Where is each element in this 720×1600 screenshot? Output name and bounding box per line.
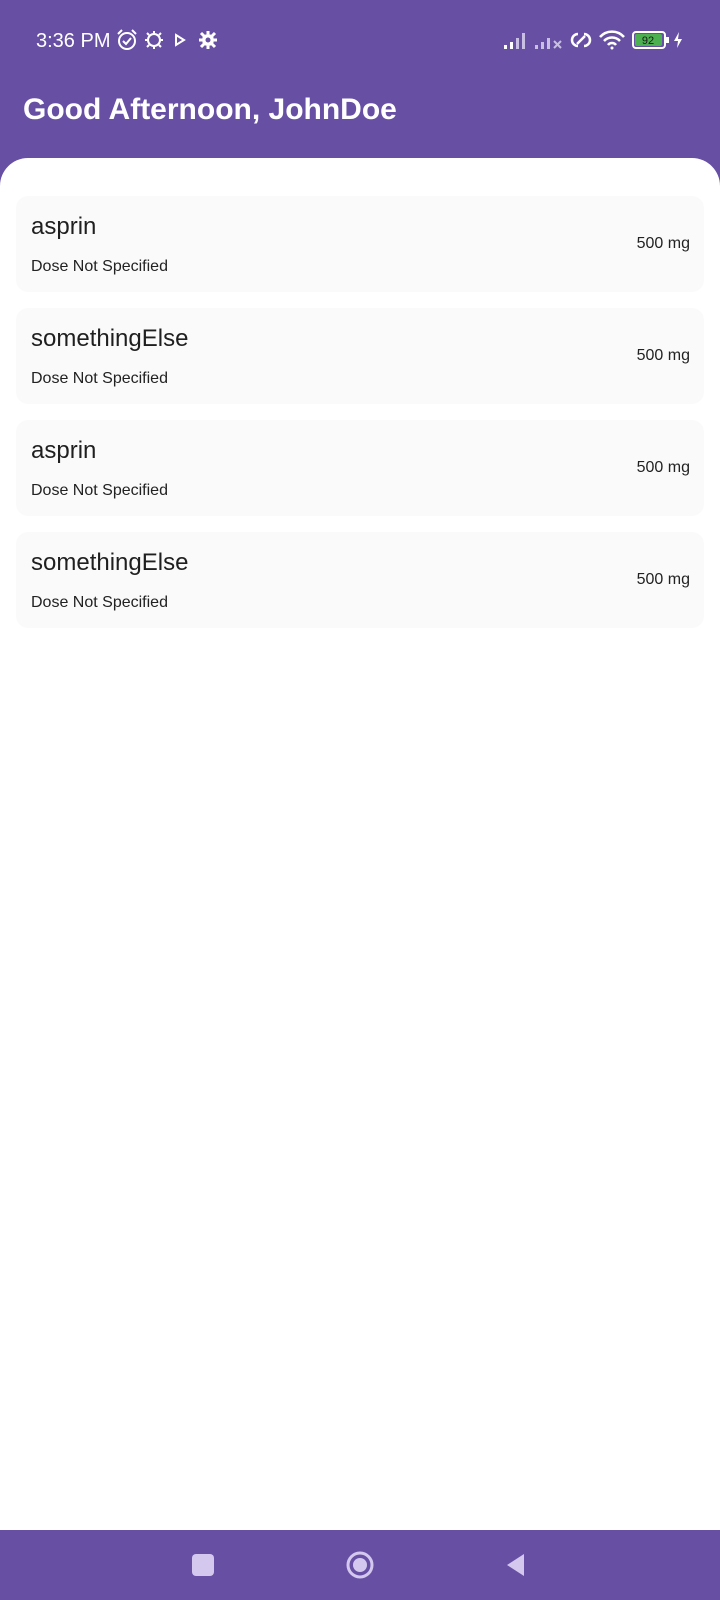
medication-amount: 500 mg — [636, 235, 690, 252]
status-time: 3:36 PM — [36, 30, 111, 52]
medication-card[interactable]: somethingElse Dose Not Specified 500 mg — [16, 308, 704, 404]
medication-amount: 500 mg — [636, 571, 690, 588]
home-icon[interactable] — [344, 1549, 376, 1581]
medication-card[interactable]: somethingElse Dose Not Specified 500 mg — [16, 532, 704, 628]
battery-icon: 92 — [632, 31, 669, 49]
medication-dose-note: Dose Not Specified — [31, 370, 168, 387]
recents-icon[interactable] — [187, 1549, 219, 1581]
medication-dose-note: Dose Not Specified — [31, 258, 168, 275]
charging-icon — [674, 32, 682, 48]
medication-list: asprin Dose Not Specified 500 mg somethi… — [0, 158, 720, 1530]
medication-card[interactable]: asprin Dose Not Specified 500 mg — [16, 196, 704, 292]
medication-amount: 500 mg — [636, 459, 690, 476]
signal-no-service-icon — [535, 38, 562, 49]
medication-name: somethingElse — [31, 549, 189, 576]
greeting-title: Good Afternoon, JohnDoe — [23, 93, 397, 126]
chip-icon — [145, 31, 163, 49]
play-icon — [175, 33, 186, 47]
medication-amount: 500 mg — [636, 347, 690, 364]
battery-level: 92 — [642, 35, 654, 47]
wifi-icon — [599, 30, 625, 50]
medication-name: somethingElse — [31, 325, 189, 352]
back-icon[interactable] — [500, 1549, 532, 1581]
medication-dose-note: Dose Not Specified — [31, 594, 168, 611]
medication-name: asprin — [31, 213, 97, 240]
medication-name: asprin — [31, 437, 97, 464]
signal-icon — [504, 33, 525, 49]
link-icon — [570, 32, 592, 48]
medication-dose-note: Dose Not Specified — [31, 482, 168, 499]
medication-card[interactable]: asprin Dose Not Specified 500 mg — [16, 420, 704, 516]
navigation-bar — [0, 1530, 720, 1600]
status-bar: 3:36 PM 92 — [0, 0, 720, 84]
alarm-icon — [117, 29, 137, 50]
settings-icon — [199, 31, 217, 49]
